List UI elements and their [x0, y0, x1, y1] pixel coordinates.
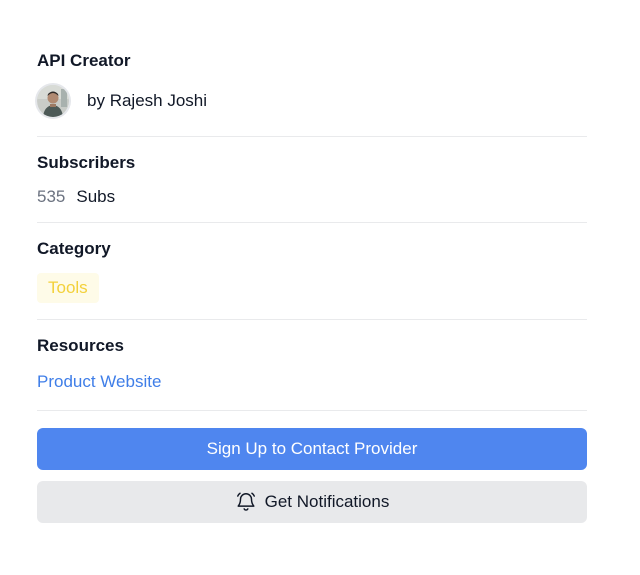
category-tag[interactable]: Tools	[37, 273, 99, 303]
sign-up-contact-label: Sign Up to Contact Provider	[206, 439, 418, 458]
get-notifications-button[interactable]: Get Notifications	[37, 481, 587, 523]
category-heading: Category	[37, 239, 111, 258]
subscribers-heading: Subscribers	[37, 153, 136, 172]
divider	[37, 222, 587, 223]
avatar-image	[37, 85, 69, 117]
api-info-panel: API Creator by Rajesh Joshi Subscribers …	[0, 0, 640, 575]
category-section: Category Tools	[37, 239, 587, 303]
get-notifications-label: Get Notifications	[264, 492, 390, 511]
product-website-link[interactable]: Product Website	[37, 372, 161, 392]
creator-heading: API Creator	[37, 51, 131, 70]
resources-heading: Resources	[37, 336, 124, 355]
divider	[37, 136, 587, 137]
by-prefix: by	[87, 91, 105, 110]
creator-byline: by Rajesh Joshi	[87, 91, 207, 111]
bell-icon	[235, 491, 257, 513]
subscriber-unit: Subs	[76, 187, 116, 206]
creator-row: by Rajesh Joshi	[37, 85, 587, 117]
resources-section: Resources Product Website	[37, 336, 587, 392]
creator-name[interactable]: Rajesh Joshi	[110, 91, 207, 110]
subscribers-row: 535 Subs	[37, 187, 587, 207]
subscriber-count: 535	[37, 187, 66, 206]
divider	[37, 410, 587, 411]
divider	[37, 319, 587, 320]
sign-up-contact-button[interactable]: Sign Up to Contact Provider	[37, 428, 587, 470]
avatar[interactable]	[37, 85, 69, 117]
subscribers-section: Subscribers 535 Subs	[37, 153, 587, 207]
creator-section: API Creator by Rajesh Joshi	[37, 51, 587, 117]
